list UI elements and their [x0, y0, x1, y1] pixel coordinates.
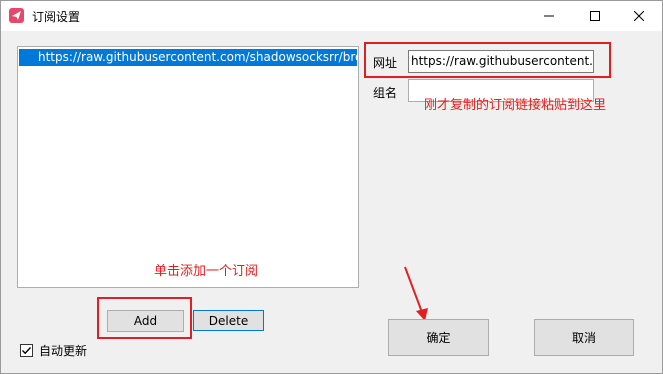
subscription-settings-window: 订阅设置 https://raw.githubusercontent.com/s…	[0, 0, 663, 374]
paste-hint-annotation: 刚才复制的订阅链接粘贴到这里	[424, 98, 607, 113]
maximize-button[interactable]	[572, 1, 618, 31]
close-button[interactable]	[616, 1, 662, 31]
delete-button-label: Delete	[208, 313, 249, 328]
close-icon	[634, 11, 644, 21]
minimize-button[interactable]	[526, 1, 572, 31]
delete-button[interactable]: Delete	[193, 310, 264, 331]
maximize-icon	[590, 11, 600, 21]
add-button[interactable]: Add	[107, 310, 184, 332]
url-input[interactable]: https://raw.githubusercontent.c	[408, 50, 594, 73]
auto-update-label: 自动更新	[39, 343, 88, 358]
arrow-annotation-icon	[404, 266, 428, 321]
cancel-button[interactable]: 取消	[534, 319, 634, 356]
list-item[interactable]: https://raw.githubusercontent.com/shadow…	[19, 49, 357, 66]
url-label: 网址	[373, 56, 398, 70]
add-hint-annotation: 单击添加一个订阅	[154, 264, 259, 279]
subscription-list[interactable]: https://raw.githubusercontent.com/shadow…	[17, 46, 359, 288]
checkbox-checked-icon	[20, 343, 33, 357]
group-label: 组名	[373, 86, 398, 100]
add-button-label: Add	[133, 314, 158, 328]
minimize-icon	[544, 15, 554, 17]
paper-plane-icon	[9, 8, 24, 23]
cancel-button-label: 取消	[571, 331, 596, 345]
title-bar[interactable]: 订阅设置	[1, 1, 662, 31]
auto-update-checkbox[interactable]: 自动更新	[20, 342, 87, 358]
ok-button-label: 确定	[426, 331, 451, 345]
list-item-url: https://raw.githubusercontent.com/shadow…	[38, 50, 357, 64]
window-title: 订阅设置	[32, 10, 81, 24]
ok-button[interactable]: 确定	[388, 319, 489, 356]
